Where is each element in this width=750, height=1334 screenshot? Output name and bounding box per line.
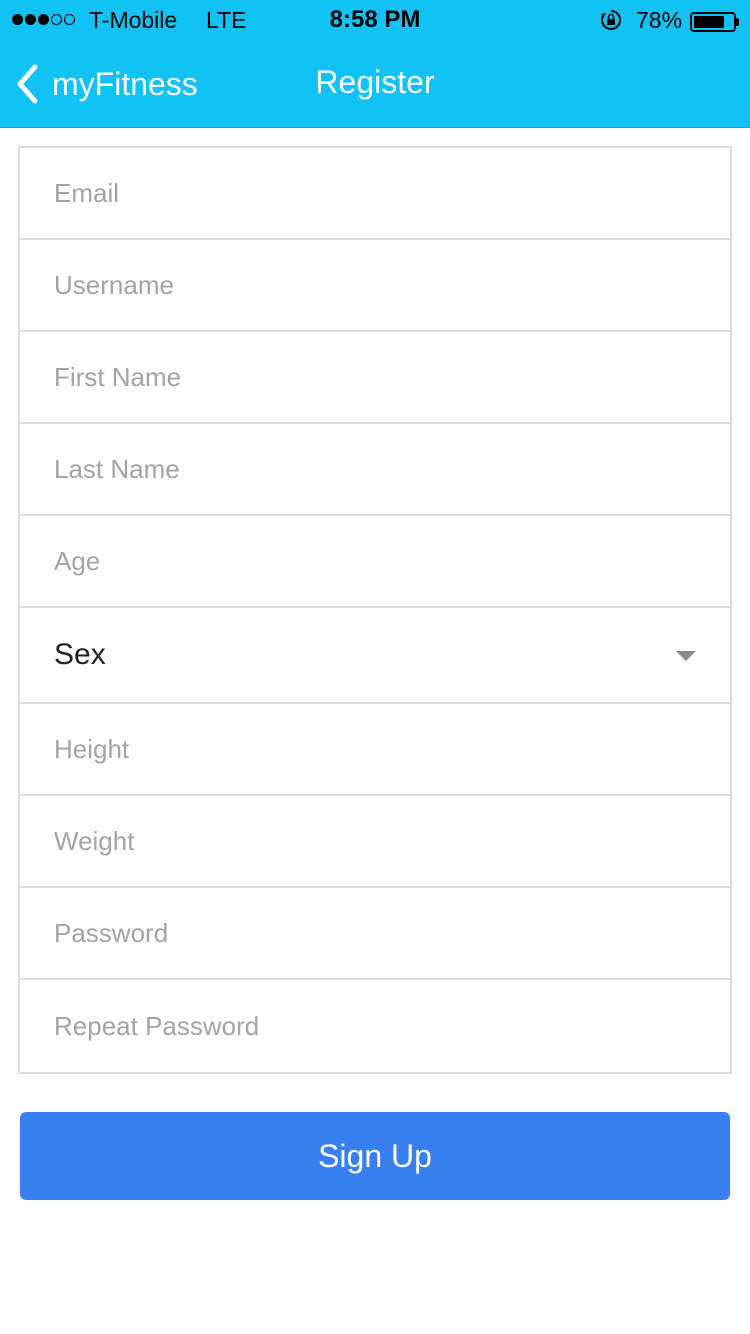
email-row	[20, 148, 730, 240]
email-field[interactable]	[20, 148, 730, 238]
registration-form: Sex	[18, 146, 732, 1074]
age-row	[20, 516, 730, 608]
repeat-password-row	[20, 980, 730, 1072]
battery-percent: 78%	[636, 7, 683, 33]
first-name-field[interactable]	[20, 332, 730, 422]
password-row	[20, 888, 730, 980]
battery-cap	[736, 18, 739, 26]
sex-select[interactable]: Sex	[20, 608, 730, 704]
age-field[interactable]	[20, 516, 730, 606]
battery-icon	[690, 12, 736, 32]
app-header: T-Mobile LTE 8:58 PM 78% myFitness Regis…	[0, 0, 750, 128]
height-field[interactable]	[20, 704, 730, 794]
height-row	[20, 704, 730, 796]
repeat-password-field[interactable]	[20, 980, 730, 1072]
weight-row	[20, 796, 730, 888]
last-name-field[interactable]	[20, 424, 730, 514]
last-name-row	[20, 424, 730, 516]
username-row	[20, 240, 730, 332]
orientation-lock-icon	[601, 9, 622, 30]
first-name-row	[20, 332, 730, 424]
password-field[interactable]	[20, 888, 730, 978]
dropdown-caret-icon	[676, 651, 696, 661]
status-bar: T-Mobile LTE 8:58 PM 78%	[0, 0, 750, 40]
weight-field[interactable]	[20, 796, 730, 886]
username-field[interactable]	[20, 240, 730, 330]
sign-up-button[interactable]: Sign Up	[20, 1112, 730, 1200]
battery-level-fill	[694, 16, 724, 28]
sex-select-value: Sex	[54, 638, 106, 671]
page-title: Register	[315, 64, 435, 100]
